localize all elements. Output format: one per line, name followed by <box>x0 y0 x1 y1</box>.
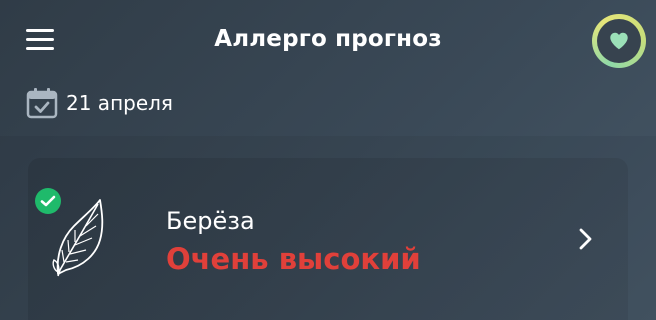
selected-check-icon <box>35 188 61 214</box>
date-label: 21 апреля <box>66 91 173 115</box>
chevron-right-icon <box>579 228 592 250</box>
allergy-level: Очень высокий <box>166 242 421 276</box>
favorites-button-inner <box>597 19 641 63</box>
page-title: Аллерго прогноз <box>214 26 442 52</box>
favorites-button[interactable] <box>592 14 646 68</box>
menu-icon-bar <box>26 29 54 32</box>
menu-icon-bar <box>26 47 54 50</box>
date-selector[interactable]: 21 апреля <box>26 86 173 120</box>
calendar-icon <box>26 88 58 119</box>
menu-icon-bar <box>26 38 54 41</box>
menu-button[interactable] <box>26 28 56 52</box>
app-header: Аллерго прогноз <box>0 0 656 82</box>
heart-icon <box>610 32 628 50</box>
plant-name: Берёза <box>166 207 255 235</box>
app-screen: Аллерго прогноз 21 апреля Берёза Очень в… <box>0 0 656 320</box>
forecast-card-birch[interactable]: Берёза Очень высокий <box>28 158 628 320</box>
